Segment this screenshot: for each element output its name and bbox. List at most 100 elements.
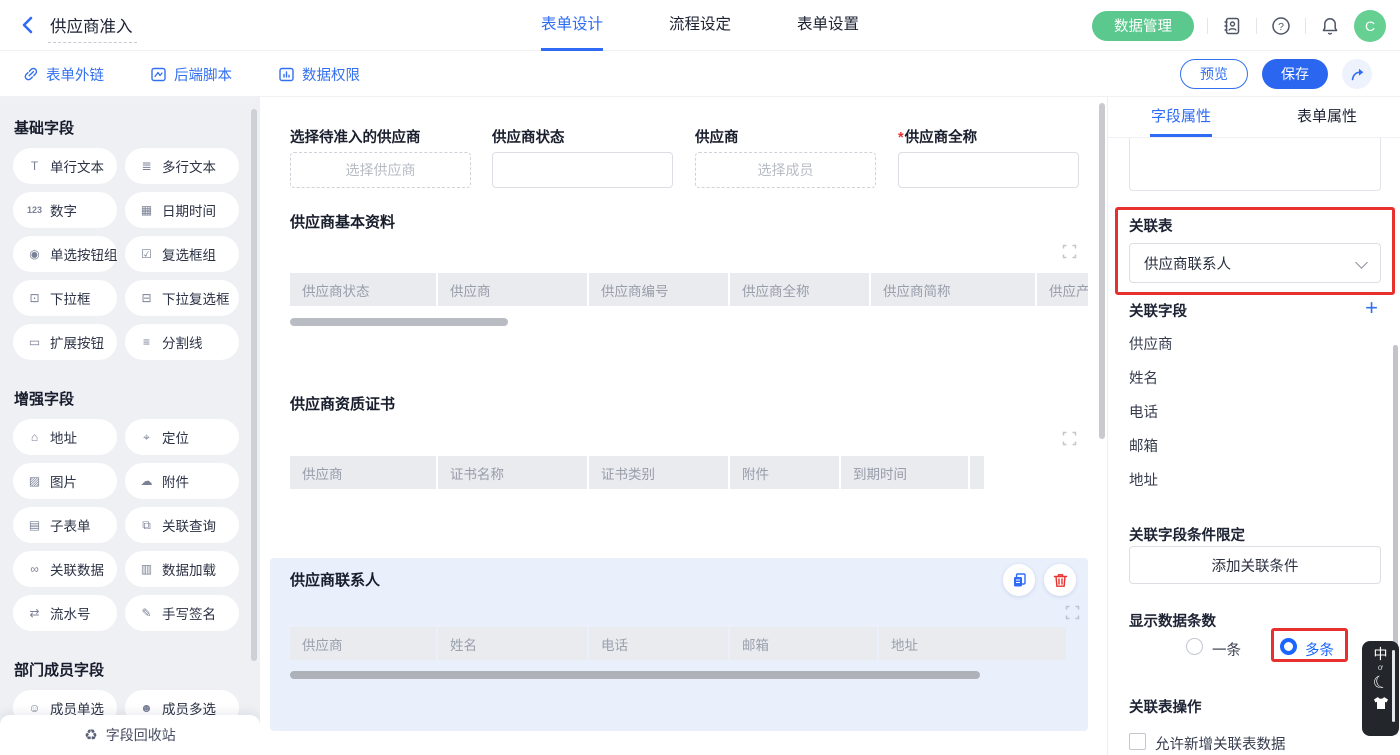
allow-add-label[interactable]: 允许新增关联表数据 (1155, 733, 1286, 754)
theme-shirt-icon[interactable] (1373, 696, 1389, 710)
add-condition-button[interactable]: 添加关联条件 (1129, 546, 1381, 584)
subform-icon: ▤ (26, 519, 43, 531)
sidebar-scrollbar[interactable] (251, 109, 257, 661)
field-datetime[interactable]: ▦日期时间 (125, 192, 239, 228)
number-icon: 123 (26, 206, 43, 215)
radio-single-label[interactable]: 一条 (1212, 639, 1241, 660)
scrolled-field-input[interactable] (1129, 138, 1381, 191)
field-supplier-fullname[interactable]: *供应商全称 (898, 126, 1079, 192)
page-title[interactable]: 供应商准入 (48, 13, 137, 43)
field-multi-text[interactable]: ≣多行文本 (125, 148, 239, 184)
column-header: 到期时间 (841, 456, 968, 489)
radio-single[interactable] (1186, 638, 1203, 655)
tab-form-properties[interactable]: 表单属性 (1254, 97, 1400, 137)
field-location[interactable]: ⌖定位 (125, 419, 239, 455)
user-avatar[interactable]: C (1354, 10, 1386, 42)
related-table-label: 关联表 (1129, 215, 1173, 236)
form-external-link-button[interactable]: 表单外链 (22, 64, 104, 85)
horizontal-scrollbar[interactable] (290, 318, 508, 326)
allow-add-checkbox[interactable] (1129, 733, 1146, 750)
field-image[interactable]: ▨图片 (13, 463, 117, 499)
calendar-icon: ▦ (138, 204, 155, 216)
column-header: 供应商简称 (871, 273, 1035, 306)
related-field-item[interactable]: 邮箱 (1129, 435, 1158, 456)
field-divider[interactable]: ≡分割线 (125, 324, 239, 360)
tab-form-setting[interactable]: 表单设置 (797, 0, 859, 51)
checkbox-icon: ☑ (138, 248, 155, 260)
backend-script-button[interactable]: 后端脚本 (150, 64, 232, 85)
radio-multiple-label[interactable]: 多条 (1305, 639, 1334, 660)
delete-widget-button[interactable] (1044, 564, 1076, 596)
expand-icon[interactable] (1065, 605, 1080, 620)
widget-scrollbar (1392, 650, 1395, 722)
select-supplier-input[interactable]: 选择供应商 (290, 152, 471, 188)
copy-widget-button[interactable] (1003, 564, 1035, 596)
top-bar: 供应商准入 表单设计 流程设定 表单设置 数据管理 ? C (0, 0, 1400, 51)
field-multi-select[interactable]: ⊟下拉复选框 (125, 280, 239, 316)
add-related-field-button[interactable]: + (1365, 297, 1378, 319)
subtable-contacts-selected[interactable]: 供应商联系人 供应商 姓名 电话 邮箱 地址 (270, 558, 1088, 731)
related-field-item[interactable]: 电话 (1129, 401, 1158, 422)
serial-number-icon: ⇄ (26, 607, 43, 619)
field-relation-data[interactable]: ∞关联数据 (13, 551, 117, 587)
related-table-select[interactable]: 供应商联系人 (1129, 243, 1381, 283)
column-header: 附件 (730, 456, 839, 489)
field-extend-button[interactable]: ▭扩展按钮 (13, 324, 117, 360)
expand-icon[interactable] (1062, 431, 1077, 446)
tab-form-design[interactable]: 表单设计 (541, 0, 603, 51)
share-button[interactable] (1342, 59, 1372, 89)
column-header: 供应产 (1037, 273, 1088, 306)
toolbar-links: 表单外链 后端脚本 数据权限 (22, 64, 360, 85)
data-manage-button[interactable]: 数据管理 (1092, 11, 1194, 41)
related-field-item[interactable]: 供应商 (1129, 333, 1173, 354)
multi-dropdown-icon: ⊟ (138, 292, 155, 304)
field-supplier[interactable]: 供应商 选择成员 (695, 126, 876, 192)
required-mark: * (898, 130, 904, 146)
field-subform[interactable]: ▤子表单 (13, 507, 117, 543)
form-designer-app: 供应商准入 表单设计 流程设定 表单设置 数据管理 ? C (0, 0, 1400, 755)
browser-extension-widget[interactable]: 中 ơ ☾ (1362, 641, 1399, 736)
select-member-input[interactable]: 选择成员 (695, 152, 876, 188)
preview-button[interactable]: 预览 (1180, 59, 1248, 89)
related-field-item[interactable]: 地址 (1129, 469, 1158, 490)
save-button[interactable]: 保存 (1262, 59, 1328, 89)
field-select-supplier[interactable]: 选择待准入的供应商 选择供应商 (290, 126, 471, 192)
field-supplier-status[interactable]: 供应商状态 (492, 126, 673, 192)
back-button[interactable] (18, 14, 40, 36)
data-load-icon: ▥ (138, 563, 155, 575)
field-checkbox-group[interactable]: ☑复选框组 (125, 236, 239, 272)
field-signature[interactable]: ✎手写签名 (125, 595, 239, 631)
tab-field-properties[interactable]: 字段属性 (1108, 97, 1254, 137)
expand-icon[interactable] (1062, 244, 1077, 259)
field-single-text[interactable]: T单行文本 (13, 148, 117, 184)
field-attachment[interactable]: ☁附件 (125, 463, 239, 499)
contact-book-icon[interactable] (1221, 15, 1243, 37)
toolbar-actions: 预览 保存 (1180, 59, 1372, 89)
field-number[interactable]: 123数字 (13, 192, 117, 228)
language-toggle-icon[interactable]: 中 (1374, 646, 1388, 663)
divider (1305, 18, 1306, 34)
canvas-vertical-scrollbar[interactable] (1099, 103, 1105, 439)
supplier-fullname-input[interactable] (898, 152, 1079, 188)
relation-query-icon: ⧉ (138, 519, 155, 531)
field-serial-number[interactable]: ⇄流水号 (13, 595, 117, 631)
field-data-load[interactable]: ▥数据加载 (125, 551, 239, 587)
tab-process-setting[interactable]: 流程设定 (669, 0, 731, 51)
field-relation-query[interactable]: ⧉关联查询 (125, 507, 239, 543)
data-permission-button[interactable]: 数据权限 (278, 64, 360, 85)
radio-multiple[interactable] (1280, 638, 1297, 655)
related-field-item[interactable]: 姓名 (1129, 367, 1158, 388)
help-icon[interactable]: ? (1270, 15, 1292, 37)
basic-fields-grid: T单行文本 ≣多行文本 123数字 ▦日期时间 ◉单选按钮组 ☑复选框组 ⊡下拉… (0, 148, 260, 368)
dark-mode-moon-icon[interactable]: ☾ (1370, 671, 1391, 696)
address-pin-icon: ⌂ (26, 431, 43, 443)
supplier-status-input[interactable] (492, 152, 673, 188)
column-header: 供应商 (290, 627, 436, 660)
horizontal-scrollbar[interactable] (290, 671, 980, 679)
notification-bell-icon[interactable] (1319, 15, 1341, 37)
field-radio-group[interactable]: ◉单选按钮组 (13, 236, 117, 272)
field-recycle-bin[interactable]: ♻ 字段回收站 (0, 715, 260, 755)
field-select[interactable]: ⊡下拉框 (13, 280, 117, 316)
field-address[interactable]: ⌂地址 (13, 419, 117, 455)
locate-icon: ⌖ (138, 431, 155, 443)
